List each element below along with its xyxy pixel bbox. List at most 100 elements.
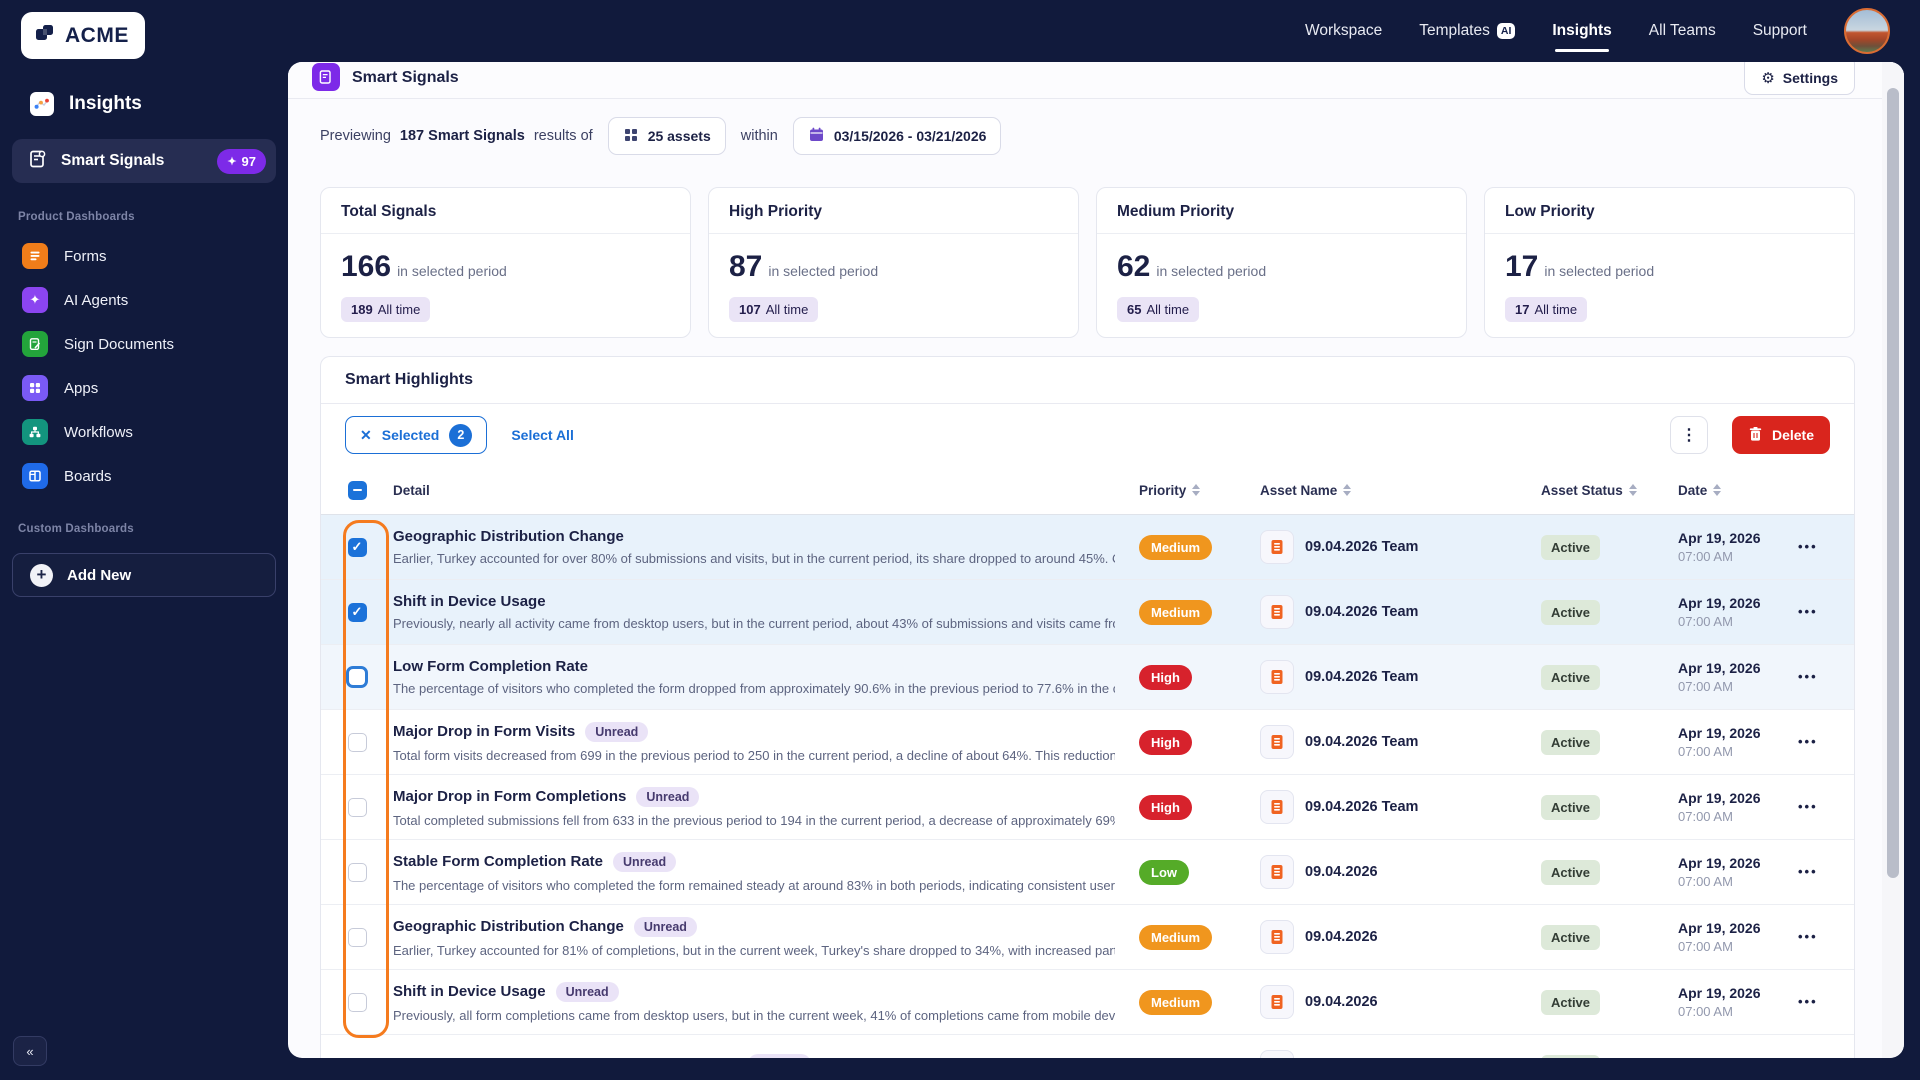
table-row[interactable]: Major Drop in Form VisitsUnread Total fo… <box>321 710 1854 775</box>
status-badge: Active <box>1541 860 1600 885</box>
row-title[interactable]: Stable Form Completion Rate <box>393 853 603 870</box>
table-row[interactable]: Shift in Device UsageUnread Previously, … <box>321 970 1854 1035</box>
row-actions-button[interactable]: ••• <box>1798 929 1818 944</box>
asset-name: 09.04.2026 Team <box>1305 734 1418 750</box>
acme-logo[interactable]: ACME <box>21 12 145 59</box>
nav-templates[interactable]: Templates AI <box>1419 22 1515 40</box>
status-badge: Active <box>1541 990 1600 1015</box>
sidebar-item-ai-agents[interactable]: ✦ AI Agents <box>0 278 288 322</box>
assets-filter-button[interactable]: 25 assets <box>608 117 726 155</box>
table-row[interactable]: Stable Form Completion RateUnread The pe… <box>321 840 1854 905</box>
kebab-icon: ⋮ <box>1681 425 1697 445</box>
asset-icon <box>1260 530 1294 564</box>
row-title[interactable]: Geographic Distribution Change <box>393 918 624 935</box>
priority-badge: Medium <box>1139 990 1212 1015</box>
more-options-button[interactable]: ⋮ <box>1670 416 1708 454</box>
unread-badge: Unread <box>613 852 676 872</box>
date-range-button[interactable]: 03/15/2026 - 03/21/2026 <box>793 117 1002 155</box>
row-title[interactable]: Major Drop in Form Visits <box>393 723 575 740</box>
row-actions-button[interactable]: ••• <box>1798 734 1818 749</box>
row-time: 07:00 AM <box>1678 744 1798 759</box>
row-checkbox[interactable]: ✓ <box>348 603 367 622</box>
row-checkbox[interactable] <box>348 1058 367 1059</box>
row-actions-button[interactable]: ••• <box>1798 799 1818 814</box>
asset-icon <box>1260 725 1294 759</box>
table-row[interactable]: ✓ Shift in Device Usage Previously, near… <box>321 580 1854 645</box>
sidebar-item-smart-signals[interactable]: Smart Signals ✦ 97 <box>12 139 276 183</box>
insights-icon <box>30 92 54 116</box>
nav-all-teams[interactable]: All Teams <box>1649 22 1716 40</box>
scrollbar-track[interactable] <box>1882 62 1904 1058</box>
clear-selection-button[interactable]: ✕ Selected 2 <box>345 416 487 454</box>
priority-badge: Medium <box>1139 535 1212 560</box>
row-checkbox[interactable] <box>348 798 367 817</box>
sidebar-item-workflows[interactable]: Workflows <box>0 410 288 454</box>
asset-name: 09.04.2026 Team <box>1305 539 1418 555</box>
row-actions-button[interactable]: ••• <box>1798 864 1818 879</box>
row-time: 07:00 AM <box>1678 939 1798 954</box>
row-date: Apr 19, 2026 <box>1678 725 1798 741</box>
row-checkbox[interactable] <box>348 733 367 752</box>
table-row[interactable]: Significant Drop in Form Visits and Comp… <box>321 1035 1854 1058</box>
nav-workspace[interactable]: Workspace <box>1305 22 1382 40</box>
row-actions-button[interactable]: ••• <box>1798 604 1818 619</box>
stat-card-medium-priority: Medium Priority 62in selected period 65A… <box>1096 187 1467 338</box>
unread-badge: Unread <box>636 787 699 807</box>
row-description: Earlier, Turkey accounted for 81% of com… <box>393 943 1115 958</box>
table-row[interactable]: Low Form Completion Rate The percentage … <box>321 645 1854 710</box>
row-title[interactable]: Low Form Completion Rate <box>393 658 588 675</box>
row-actions-button[interactable]: ••• <box>1798 539 1818 554</box>
row-checkbox[interactable] <box>348 928 367 947</box>
sidebar-item-sign-documents[interactable]: Sign Documents <box>0 322 288 366</box>
column-date[interactable]: Date <box>1678 483 1798 498</box>
add-new-button[interactable]: + Add New <box>12 553 276 597</box>
row-description: Previously, all form completions came fr… <box>393 1008 1115 1023</box>
row-description: Earlier, Turkey accounted for over 80% o… <box>393 551 1115 566</box>
unread-badge: Unread <box>634 917 697 937</box>
select-all-link[interactable]: Select All <box>511 427 574 443</box>
nav-insights[interactable]: Insights <box>1552 22 1611 40</box>
row-title[interactable]: Major Drop in Form Completions <box>393 788 626 805</box>
row-checkbox[interactable]: ✓ <box>348 538 367 557</box>
priority-badge: High <box>1139 730 1192 755</box>
grid-icon <box>623 127 639 146</box>
priority-badge: Medium <box>1139 925 1212 950</box>
table-row[interactable]: ✓ Geographic Distribution Change Earlier… <box>321 515 1854 580</box>
asset-icon <box>1260 660 1294 694</box>
column-asset-status[interactable]: Asset Status <box>1541 483 1678 498</box>
avatar[interactable] <box>1844 8 1890 54</box>
row-checkbox[interactable] <box>346 666 368 688</box>
column-priority[interactable]: Priority <box>1139 483 1260 498</box>
row-time: 07:00 AM <box>1678 809 1798 824</box>
main-panel: Smart Signals ⚙ Settings Previewing 187 … <box>288 62 1904 1058</box>
delete-button[interactable]: Delete <box>1732 416 1830 454</box>
asset-icon <box>1260 920 1294 954</box>
row-actions-button[interactable]: ••• <box>1798 994 1818 1009</box>
row-title[interactable]: Significant Drop in Form Visits and Comp… <box>393 1056 738 1059</box>
row-title[interactable]: Shift in Device Usage <box>393 983 546 1000</box>
nav-support[interactable]: Support <box>1753 22 1807 40</box>
row-actions-button[interactable]: ••• <box>1798 669 1818 684</box>
alltime-badge: 17All time <box>1505 297 1587 322</box>
table-row[interactable]: Geographic Distribution Change Unread Ear… <box>321 905 1854 970</box>
sidebar-item-forms[interactable]: Forms <box>0 234 288 278</box>
settings-button[interactable]: ⚙ Settings <box>1744 62 1855 95</box>
sidebar: ACME Insights Smart Signals ✦ 97 Product… <box>0 0 288 1080</box>
row-date: Apr 19, 2026 <box>1678 660 1798 676</box>
row-description: Previously, nearly all activity came fro… <box>393 616 1115 631</box>
scrollbar-thumb[interactable] <box>1887 88 1899 878</box>
row-date: Apr 19, 2026 <box>1678 790 1798 806</box>
select-all-checkbox[interactable] <box>348 481 367 500</box>
trash-icon <box>1748 426 1763 445</box>
row-checkbox[interactable] <box>348 993 367 1012</box>
stat-card-high-priority: High Priority 87in selected period 107Al… <box>708 187 1079 338</box>
row-checkbox[interactable] <box>348 863 367 882</box>
gear-icon: ⚙ <box>1761 71 1774 86</box>
row-title[interactable]: Shift in Device Usage <box>393 593 546 610</box>
table-row[interactable]: Major Drop in Form CompletionsUnread Tot… <box>321 775 1854 840</box>
column-asset-name[interactable]: Asset Name <box>1260 483 1541 498</box>
sidebar-item-boards[interactable]: Boards <box>0 454 288 498</box>
row-title[interactable]: Geographic Distribution Change <box>393 528 624 545</box>
sidebar-item-apps[interactable]: Apps <box>0 366 288 410</box>
sidebar-collapse-button[interactable]: « <box>13 1036 47 1066</box>
